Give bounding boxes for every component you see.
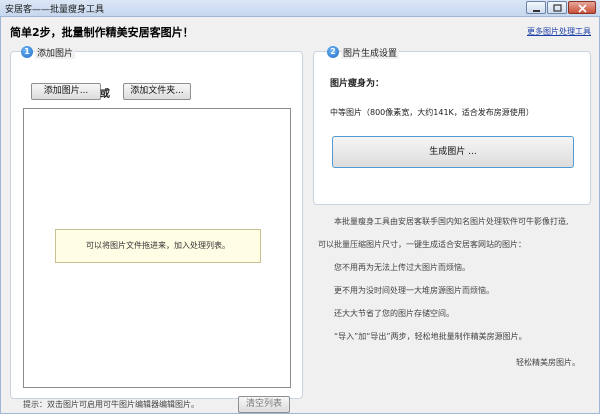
description-line-6: “导入”加“导出”两步，轻松地批量制作精美房源图片。 [334,332,527,341]
step-1-badge: 1 [21,46,33,58]
or-label: 或 [100,89,110,100]
close-button[interactable] [568,1,596,14]
description-line-4: 更不用为没时间处理一大堆房源图片而烦恼。 [334,286,494,295]
title-bar: 安居客——批量瘦身工具 [0,0,600,17]
page-title: 简单2步，批量制作精美安居客图片！ [10,26,194,39]
tip-text: 提示：双击图片可启用可牛图片编辑器编辑图片。 [23,400,199,409]
slim-value[interactable]: 中等图片（800像素宽，大约141K，适合发布房源使用） [330,107,534,118]
step-2-badge: 2 [327,46,339,58]
description-closing: 轻松精美房图片。 [516,358,580,367]
drop-hint: 可以将图片文件拖进来，加入处理列表。 [55,229,261,263]
minimize-icon [533,10,540,12]
generate-button[interactable]: 生成图片 ... [332,136,574,168]
image-list[interactable]: 可以将图片文件拖进来，加入处理列表。 [23,108,291,388]
description-line-2: 可以批量压缩图片尺寸，一键生成适合安居客网站的图片： [318,240,526,249]
maximize-icon [553,4,562,12]
more-tools-link[interactable]: 更多图片处理工具 [527,26,591,37]
step-1-title: 添加图片 [35,46,76,59]
description-line-5: 还大大节省了您的图片存储空间。 [334,309,454,318]
add-images-panel: 添加图片... 或 添加文件夹... 可以将图片文件拖进来，加入处理列表。 提示… [10,51,303,413]
window-title: 安居客——批量瘦身工具 [5,5,105,15]
step-2-title: 图片生成设置 [341,46,400,59]
minimize-button[interactable] [526,1,546,14]
description-line-3: 您不用再为无法上传过大图片而烦恼。 [334,263,470,272]
main-window: 简单2步，批量制作精美安居客图片！ 更多图片处理工具 添加图片... 或 添加文… [0,17,600,414]
add-folder-button[interactable]: 添加文件夹... [123,83,191,100]
add-image-button[interactable]: 添加图片... [31,83,101,100]
generate-settings-panel: 图片瘦身为： 中等图片（800像素宽，大约141K，适合发布房源使用） 生成图片… [313,51,591,205]
maximize-button[interactable] [547,1,567,14]
close-icon [578,4,587,13]
description-line-1: 本批量瘦身工具由安居客联手国内知名图片处理软件可牛影像打造, [334,217,569,226]
clear-list-button[interactable]: 清空列表 [238,396,290,413]
slim-label: 图片瘦身为： [330,79,385,89]
